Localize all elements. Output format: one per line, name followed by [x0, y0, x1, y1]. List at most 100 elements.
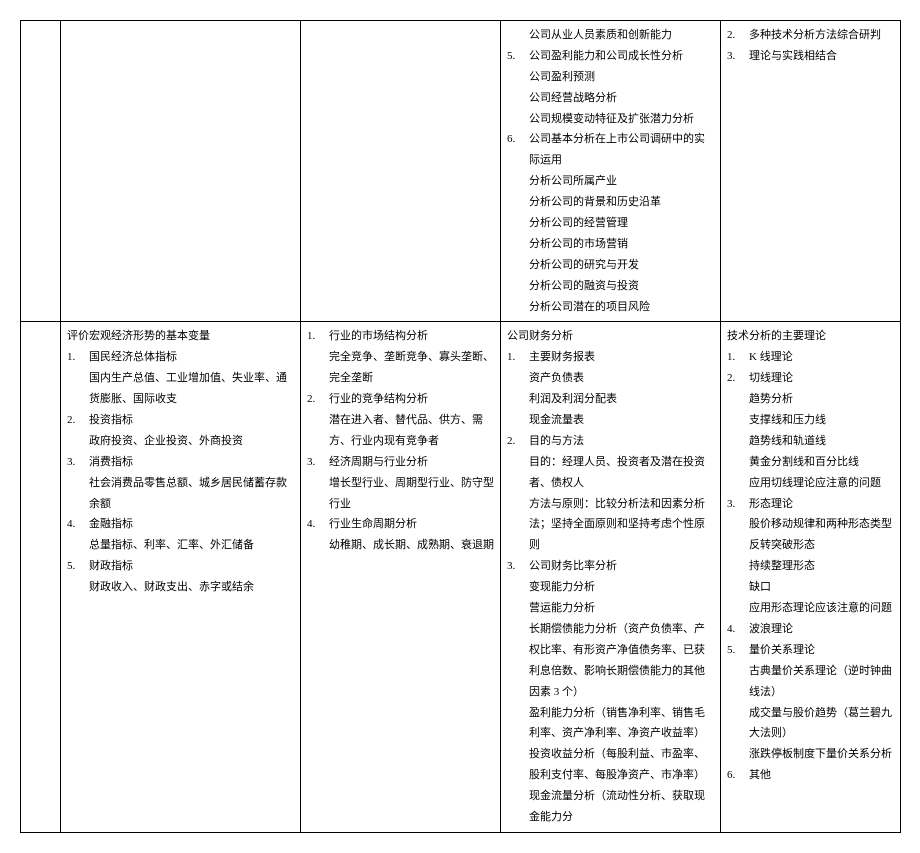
list-item: 分析公司的经营管理 [529, 213, 714, 234]
list-item: 分析公司的研究与开发 [529, 255, 714, 276]
list-item: 2.切线理论 [727, 368, 894, 389]
list-text: 目的与方法 [529, 431, 584, 452]
list-text: 理论与实践相结合 [749, 46, 837, 67]
list-item: 方法与原则：比较分析法和因素分析法；坚持全面原则和坚持考虑个性原则 [529, 494, 714, 557]
list-item: 公司盈利预测 [529, 67, 714, 88]
list-item: 4.波浪理论 [727, 619, 894, 640]
list-item: 2.目的与方法 [507, 431, 714, 452]
list-r2c3: 1.行业的市场结构分析完全竞争、垄断竞争、寡头垄断、完全垄断2.行业的竞争结构分… [307, 326, 494, 556]
list-number: 3. [507, 556, 529, 577]
list-item: 趋势分析 [749, 389, 894, 410]
list-number: 2. [507, 431, 529, 452]
list-text: 公司财务比率分析 [529, 556, 617, 577]
list-item: 投资收益分析（每股利益、市盈率、股利支付率、每股净资产、市净率） [529, 744, 714, 786]
list-item: 趋势线和轨道线 [749, 431, 894, 452]
list-item: 1.国民经济总体指标 [67, 347, 294, 368]
table-row: 公司从业人员素质和创新能力5.公司盈利能力和公司成长性分析公司盈利预测公司经营战… [21, 21, 901, 322]
list-item: 缺口 [749, 577, 894, 598]
list-text: 形态理论 [749, 494, 793, 515]
table-row: 评价宏观经济形势的基本变量 1.国民经济总体指标国内生产总值、工业增加值、失业率… [21, 322, 901, 832]
cell-r2c1 [21, 322, 61, 832]
list-item: 股价移动规律和两种形态类型 [749, 514, 894, 535]
list-number: 3. [727, 46, 749, 67]
list-item: 1.行业的市场结构分析 [307, 326, 494, 347]
list-item: 政府投资、企业投资、外商投资 [89, 431, 294, 452]
list-number: 2. [727, 25, 749, 46]
list-text: 行业生命周期分析 [329, 514, 417, 535]
list-number: 6. [507, 129, 529, 171]
list-item: 3.经济周期与行业分析 [307, 452, 494, 473]
list-item: 5.财政指标 [67, 556, 294, 577]
list-item: 完全竞争、垄断竞争、寡头垄断、完全垄断 [329, 347, 494, 389]
cell-r1c4: 公司从业人员素质和创新能力5.公司盈利能力和公司成长性分析公司盈利预测公司经营战… [501, 21, 721, 322]
list-item: 总量指标、利率、汇率、外汇储备 [89, 535, 294, 556]
list-r1c5: 2.多种技术分析方法综合研判3.理论与实践相结合 [727, 25, 894, 67]
list-number [507, 25, 529, 46]
cell-r2c2: 评价宏观经济形势的基本变量 1.国民经济总体指标国内生产总值、工业增加值、失业率… [61, 322, 301, 832]
list-item: 1.K 线理论 [727, 347, 894, 368]
list-number: 2. [727, 368, 749, 389]
list-text: 金融指标 [89, 514, 133, 535]
list-item: 资产负债表 [529, 368, 714, 389]
list-item: 持续整理形态 [749, 556, 894, 577]
cell-r1c2 [61, 21, 301, 322]
list-number: 4. [307, 514, 329, 535]
list-item: 2.多种技术分析方法综合研判 [727, 25, 894, 46]
list-item: 公司从业人员素质和创新能力 [507, 25, 714, 46]
list-item: 分析公司的背景和历史沿革 [529, 192, 714, 213]
list-item: 分析公司潜在的项目风险 [529, 297, 714, 318]
list-item: 5.量价关系理论 [727, 640, 894, 661]
list-number: 6. [727, 765, 749, 786]
list-item: 增长型行业、周期型行业、防守型行业 [329, 473, 494, 515]
list-number: 2. [307, 389, 329, 410]
list-item: 成交量与股价趋势（葛兰碧九大法则） [749, 703, 894, 745]
list-r2c5: 1.K 线理论2.切线理论趋势分析支撑线和压力线趋势线和轨道线黄金分割线和百分比… [727, 347, 894, 786]
list-item: 6.公司基本分析在上市公司调研中的实际运用 [507, 129, 714, 171]
list-item: 古典量价关系理论（逆时钟曲线法） [749, 661, 894, 703]
cell-r1c3 [301, 21, 501, 322]
list-item: 3.公司财务比率分析 [507, 556, 714, 577]
list-r2c4: 1.主要财务报表资产负债表利润及利润分配表现金流量表2.目的与方法目的：经理人员… [507, 347, 714, 827]
content-table: 公司从业人员素质和创新能力5.公司盈利能力和公司成长性分析公司盈利预测公司经营战… [20, 20, 901, 833]
list-text: 其他 [749, 765, 771, 786]
list-item: 1.主要财务报表 [507, 347, 714, 368]
list-text: 公司从业人员素质和创新能力 [529, 25, 672, 46]
list-text: 投资指标 [89, 410, 133, 431]
list-number: 5. [727, 640, 749, 661]
cell-r2c4: 公司财务分析 1.主要财务报表资产负债表利润及利润分配表现金流量表2.目的与方法… [501, 322, 721, 832]
list-item: 社会消费品零售总额、城乡居民储蓄存款余额 [89, 473, 294, 515]
list-number: 4. [67, 514, 89, 535]
list-number: 5. [507, 46, 529, 67]
list-item: 4.行业生命周期分析 [307, 514, 494, 535]
cell-r2c3: 1.行业的市场结构分析完全竞争、垄断竞争、寡头垄断、完全垄断2.行业的竞争结构分… [301, 322, 501, 832]
list-r2c2: 1.国民经济总体指标国内生产总值、工业增加值、失业率、通货膨胀、国际收支2.投资… [67, 347, 294, 598]
list-item: 国内生产总值、工业增加值、失业率、通货膨胀、国际收支 [89, 368, 294, 410]
list-text: K 线理论 [749, 347, 793, 368]
list-text: 量价关系理论 [749, 640, 815, 661]
list-item: 变现能力分析 [529, 577, 714, 598]
cell-title: 公司财务分析 [507, 326, 714, 347]
list-number: 5. [67, 556, 89, 577]
list-text: 经济周期与行业分析 [329, 452, 428, 473]
list-item: 支撑线和压力线 [749, 410, 894, 431]
list-item: 3.形态理论 [727, 494, 894, 515]
list-number: 3. [727, 494, 749, 515]
list-number: 4. [727, 619, 749, 640]
list-text: 国民经济总体指标 [89, 347, 177, 368]
list-number: 1. [507, 347, 529, 368]
list-item: 5.公司盈利能力和公司成长性分析 [507, 46, 714, 67]
cell-title: 评价宏观经济形势的基本变量 [67, 326, 294, 347]
list-item: 应用形态理论应该注意的问题 [749, 598, 894, 619]
list-text: 消费指标 [89, 452, 133, 473]
list-item: 涨跌停板制度下量价关系分析 [749, 744, 894, 765]
list-text: 行业的市场结构分析 [329, 326, 428, 347]
list-item: 6.其他 [727, 765, 894, 786]
list-text: 公司盈利能力和公司成长性分析 [529, 46, 683, 67]
list-item: 目的：经理人员、投资者及潜在投资者、债权人 [529, 452, 714, 494]
list-text: 主要财务报表 [529, 347, 595, 368]
list-item: 现金流量表 [529, 410, 714, 431]
list-item: 3.消费指标 [67, 452, 294, 473]
list-text: 公司基本分析在上市公司调研中的实际运用 [529, 129, 714, 171]
list-text: 行业的竞争结构分析 [329, 389, 428, 410]
list-item: 潜在进入者、替代品、供方、需方、行业内现有竞争者 [329, 410, 494, 452]
